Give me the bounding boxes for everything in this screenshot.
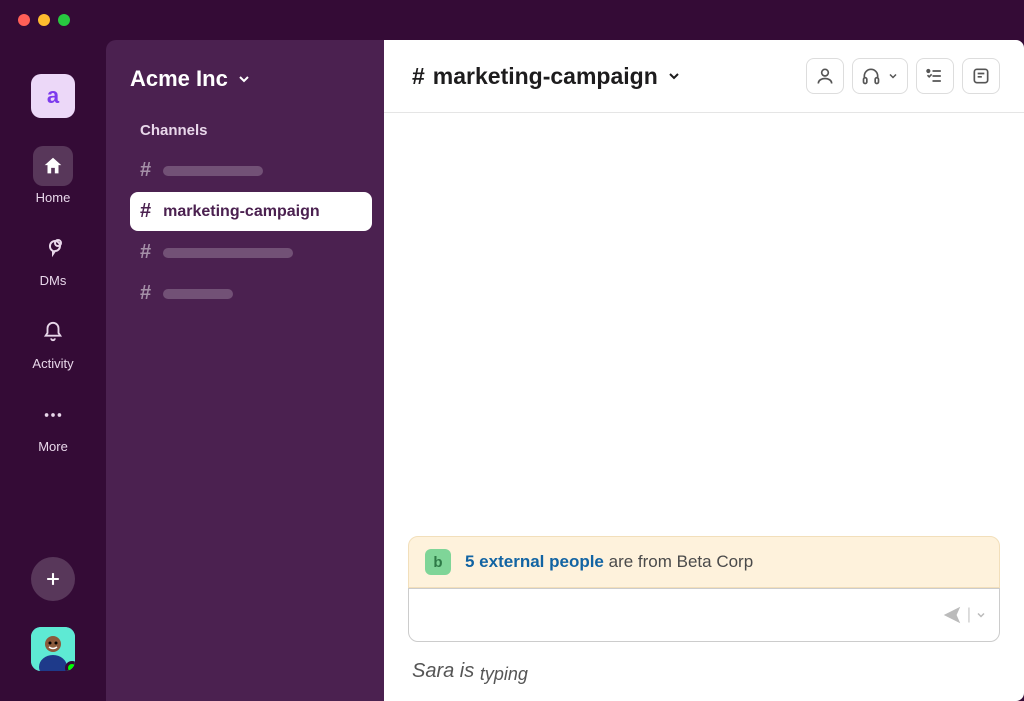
canvas-icon	[925, 66, 945, 86]
send-icon	[941, 604, 963, 626]
note-icon	[971, 66, 991, 86]
chevron-down-icon	[975, 609, 987, 621]
canvas-button[interactable]	[916, 58, 954, 94]
chevron-down-icon	[666, 68, 682, 84]
rail-label-dms: DMs	[40, 273, 67, 288]
rail-item-activity[interactable]: Activity	[32, 312, 73, 371]
bell-icon	[42, 321, 64, 343]
channel-row-placeholder-1[interactable]: #	[130, 151, 372, 190]
section-channels-label: Channels	[130, 122, 372, 139]
external-banner-text: 5 external people are from Beta Corp	[465, 552, 753, 572]
external-badge-letter: b	[433, 554, 442, 571]
workspace-title: Acme Inc	[130, 66, 228, 92]
channel-row-placeholder-2[interactable]: #	[130, 233, 372, 272]
send-button[interactable]: |	[941, 604, 987, 626]
person-icon	[815, 66, 835, 86]
workspace-badge-letter: a	[47, 83, 59, 109]
external-banner[interactable]: b 5 external people are from Beta Corp	[408, 536, 1000, 588]
window-zoom-dot[interactable]	[58, 14, 70, 26]
external-org-text: are from Beta Corp	[604, 552, 753, 571]
external-org-badge: b	[425, 549, 451, 575]
rail-label-activity: Activity	[32, 356, 73, 371]
channel-details-button[interactable]	[962, 58, 1000, 94]
channel-name: marketing-campaign	[163, 203, 319, 221]
avatar[interactable]	[31, 627, 75, 671]
typing-word: typing	[480, 664, 528, 684]
channel-placeholder	[163, 289, 233, 299]
channel-title-button[interactable]: # marketing-campaign	[412, 63, 682, 90]
channel-header: # marketing-campaign	[384, 40, 1024, 113]
window-minimize-dot[interactable]	[38, 14, 50, 26]
channel-row-marketing-campaign[interactable]: # marketing-campaign	[130, 192, 372, 231]
channel-placeholder	[163, 166, 263, 176]
channel-row-placeholder-3[interactable]: #	[130, 274, 372, 313]
rail-label-home: Home	[36, 190, 71, 205]
header-actions	[806, 58, 1000, 94]
channel-title-text: marketing-campaign	[433, 63, 658, 90]
rail-item-home[interactable]: Home	[33, 146, 73, 205]
nav-rail: a Home DMs Activity More	[0, 40, 106, 701]
rail-item-dms[interactable]: DMs	[33, 229, 73, 288]
members-button[interactable]	[806, 58, 844, 94]
typing-prefix: Sara is	[412, 660, 480, 682]
headphones-icon	[861, 66, 881, 86]
dms-icon	[41, 237, 65, 261]
window-close-dot[interactable]	[18, 14, 30, 26]
add-button[interactable]	[31, 557, 75, 601]
composer-input[interactable]	[421, 606, 935, 624]
workspace-switcher[interactable]: Acme Inc	[130, 66, 372, 92]
main-panel: # marketing-campaign	[384, 40, 1024, 701]
hash-icon: #	[412, 63, 425, 90]
chevron-down-icon	[887, 70, 899, 82]
hash-icon: #	[140, 241, 151, 264]
hash-icon: #	[140, 159, 151, 182]
message-composer[interactable]: |	[408, 588, 1000, 642]
chevron-down-icon	[236, 71, 252, 87]
message-area: b 5 external people are from Beta Corp |…	[384, 113, 1024, 701]
window-controls	[0, 0, 1024, 40]
presence-indicator	[65, 661, 75, 671]
more-icon	[42, 404, 64, 426]
plus-icon	[43, 569, 63, 589]
hash-icon: #	[140, 282, 151, 305]
external-people-link[interactable]: 5 external people	[465, 552, 604, 571]
home-icon	[42, 155, 64, 177]
rail-label-more: More	[38, 439, 68, 454]
channel-placeholder	[163, 248, 293, 258]
rail-item-more[interactable]: More	[33, 395, 73, 454]
sidebar: Acme Inc Channels # # marketing-campaign…	[106, 40, 384, 701]
huddle-button[interactable]	[852, 58, 908, 94]
hash-icon: #	[140, 200, 151, 223]
typing-indicator: Sara is typing	[408, 660, 1000, 683]
workspace-badge[interactable]: a	[31, 74, 75, 118]
